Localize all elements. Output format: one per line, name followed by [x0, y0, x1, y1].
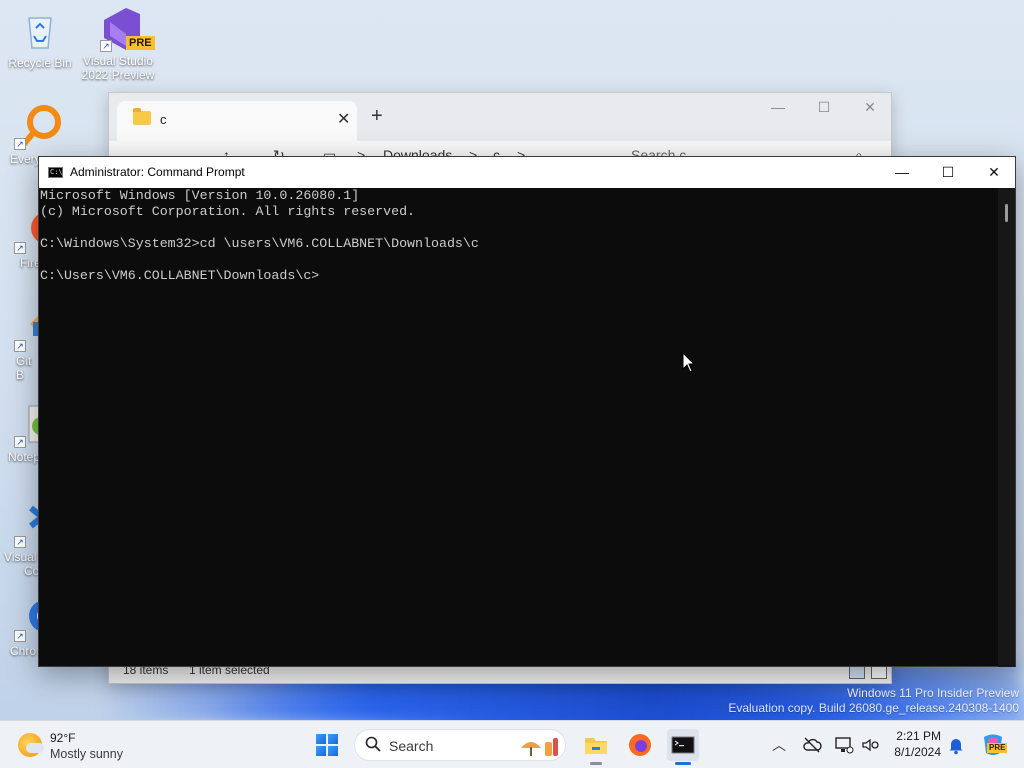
notification-bell-icon[interactable]	[946, 735, 966, 755]
windows-logo-pane	[328, 734, 338, 744]
clock-date: 8/1/2024	[894, 745, 941, 759]
explorer-tab-bar: c ✕ + — ☐ ✕	[109, 93, 891, 141]
shortcut-arrow-icon: ↗	[14, 630, 26, 642]
desktop-icon-notepad[interactable]: ↗ Notep	[0, 402, 56, 464]
weather-condition: Mostly sunny	[50, 747, 123, 761]
shortcut-arrow-icon: ↗	[100, 40, 112, 52]
copilot-button[interactable]: PRE	[980, 733, 1008, 757]
shortcut-arrow-icon: ↗	[14, 536, 26, 548]
cloud-icon	[26, 743, 44, 753]
desktop-icon-everything[interactable]: ↗ Every	[0, 104, 61, 166]
desktop-icon-firefox[interactable]: ↗ Fire	[0, 208, 63, 270]
watermark-line-1: Windows 11 Pro Insider Preview	[847, 686, 1019, 700]
taskbar-search-box[interactable]: Search	[354, 729, 566, 761]
mouse-pointer-icon	[682, 352, 696, 373]
firefox-label: Fire	[20, 256, 41, 270]
running-indicator	[675, 762, 691, 765]
taskbar-firefox[interactable]	[624, 729, 656, 761]
system-clock[interactable]: 2:21 PM 8/1/2024	[885, 728, 941, 760]
taskbar-file-explorer[interactable]	[580, 729, 612, 765]
notepad-label: Notep	[8, 450, 41, 464]
close-tab-icon[interactable]: ✕	[337, 109, 350, 129]
pre-badge: PRE	[126, 36, 155, 50]
firefox-icon	[629, 734, 651, 756]
shortcut-arrow-icon: ↗	[14, 436, 26, 448]
search-label: Search	[389, 738, 434, 754]
folder-icon	[133, 108, 151, 125]
everything-label: Every	[10, 152, 41, 166]
folder-icon	[585, 738, 607, 754]
close-button[interactable]: ✕	[971, 157, 1017, 188]
console-line: Microsoft Windows [Version 10.0.26080.1]	[40, 188, 360, 203]
scrollbar-thumb[interactable]	[1005, 204, 1008, 222]
cmd-icon	[671, 736, 695, 754]
taskbar: 92°F Mostly sunny Search ︿ 2:21 PM 8/1/2…	[0, 720, 1024, 768]
shortcut-arrow-icon: ↗	[14, 242, 26, 254]
windows-logo-icon	[316, 734, 326, 744]
console-line: ​	[40, 220, 999, 236]
chrome-label: Chro	[10, 644, 37, 658]
cmd-icon: C:\	[48, 167, 63, 178]
beach-highlight-icon	[521, 738, 558, 756]
desktop-icon-vscode[interactable]: ↗ Visual Co	[0, 502, 55, 578]
minimize-button[interactable]: —	[879, 157, 925, 188]
maximize-button[interactable]: ☐	[801, 99, 847, 116]
windows-logo-pane	[328, 746, 338, 756]
console-line: ​	[40, 252, 999, 268]
git-bash-label: Git B	[16, 354, 32, 382]
cmd-window-title: Administrator: Command Prompt	[70, 165, 245, 179]
console-prompt-line: C:\Users\VM6.COLLABNET\Downloads\c>	[40, 268, 320, 283]
cmd-scrollbar[interactable]	[998, 188, 1015, 667]
network-icon[interactable]	[834, 735, 854, 755]
everything-icon: ↗	[14, 104, 62, 150]
desktop-icon-recycle-bin[interactable]: Recycle Bin	[0, 8, 80, 70]
console-output[interactable]: Microsoft Windows [Version 10.0.26080.1]…	[39, 188, 999, 667]
search-icon	[365, 736, 381, 752]
windows-logo-pane	[316, 746, 326, 756]
cmd-title-bar[interactable]: C:\ Administrator: Command Prompt — ☐ ✕	[39, 157, 1015, 188]
desktop-icon-chrome[interactable]: ↗ Chro	[0, 596, 61, 658]
clock-time: 2:21 PM	[896, 729, 941, 743]
console-line: (c) Microsoft Corporation. All rights re…	[40, 204, 416, 219]
minimize-button[interactable]: —	[755, 99, 801, 115]
shortcut-arrow-icon: ↗	[14, 138, 26, 150]
taskbar-command-prompt[interactable]	[667, 729, 699, 765]
chevron-up-icon[interactable]: ︿	[772, 735, 792, 755]
command-prompt-window[interactable]: C:\ Administrator: Command Prompt — ☐ ✕ …	[38, 156, 1016, 667]
cloud-off-icon[interactable]	[802, 735, 822, 755]
start-button[interactable]	[316, 734, 338, 756]
maximize-button[interactable]: ☐	[925, 157, 971, 188]
explorer-tab[interactable]: c ✕	[117, 101, 357, 141]
explorer-tab-title: c	[160, 112, 167, 127]
vscode-label-2: Co	[24, 564, 40, 578]
pre-badge: PRE	[987, 743, 1008, 753]
desktop-icon-git-bash[interactable]: ↗ Git B	[0, 306, 64, 382]
recycle-bin-icon	[18, 8, 62, 52]
evaluation-watermark: Windows 11 Pro Insider Preview Evaluatio…	[728, 686, 1019, 716]
running-indicator	[590, 762, 602, 765]
watermark-line-2: Evaluation copy. Build 26080.ge_release.…	[728, 701, 1019, 715]
visual-studio-icon: PRE ↗	[96, 6, 155, 52]
desktop-icon-visual-studio[interactable]: PRE ↗ Visual Studio 2022 Preview	[78, 6, 158, 82]
console-line: C:\Windows\System32>cd \users\VM6.COLLAB…	[40, 236, 479, 251]
vscode-label: Visual	[4, 550, 37, 564]
close-button[interactable]: ✕	[847, 99, 893, 116]
volume-muted-icon[interactable]	[860, 735, 880, 755]
new-tab-button[interactable]: +	[371, 105, 383, 128]
weather-temp: 92°F	[50, 731, 76, 745]
recycle-bin-label: Recycle Bin	[8, 56, 72, 70]
shortcut-arrow-icon: ↗	[14, 340, 26, 352]
visual-studio-label: Visual Studio 2022 Preview	[81, 54, 155, 82]
